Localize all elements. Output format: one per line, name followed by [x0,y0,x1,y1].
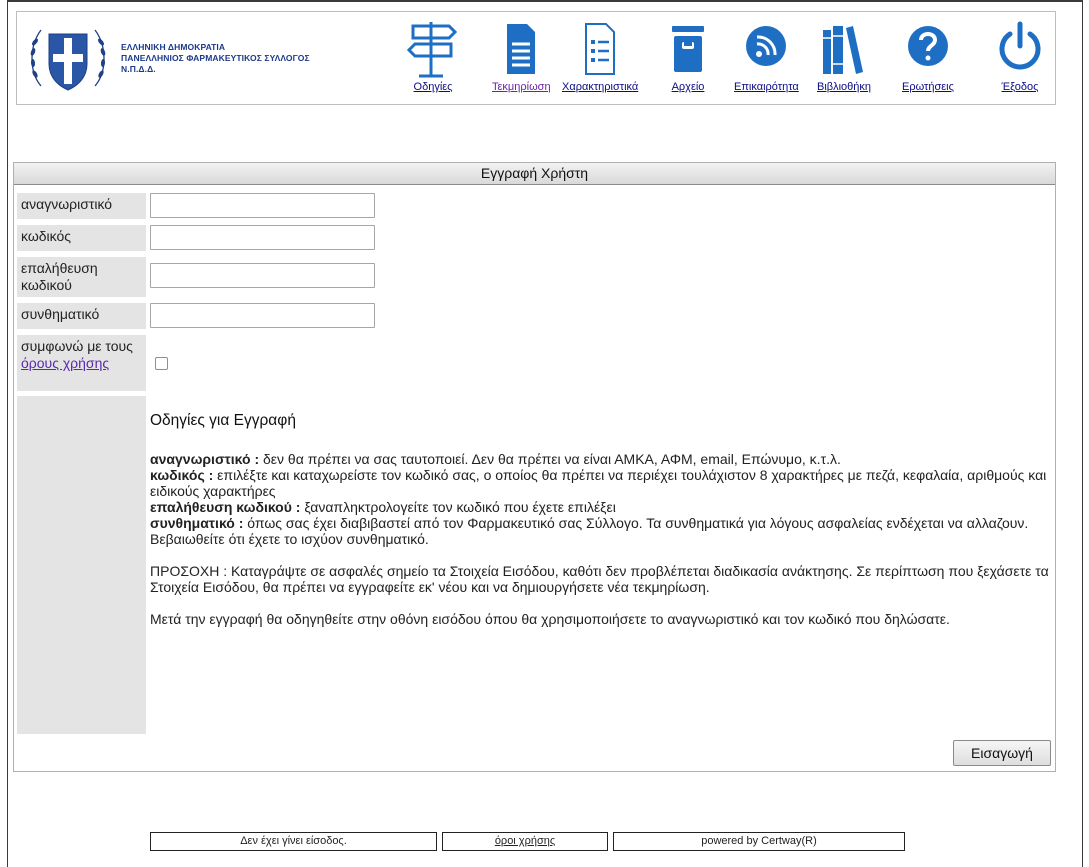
nav-erotiseis[interactable]: Ερωτήσεις [902,18,954,93]
organization-name: ΕΛΛΗΝΙΚΗ ΔΗΜΟΚΡΑΤΙΑ ΠΑΝΕΛΛΗΝΙΟΣ ΦΑΡΜΑΚΕΥ… [121,42,310,75]
nav-odigies[interactable]: Οδηγίες [405,18,461,93]
archive-icon [672,26,704,72]
terms-prefix: συμφωνώ με τους [21,338,133,354]
terms-link[interactable]: όρους χρήσης [21,355,109,371]
document-icon [507,24,536,74]
library-icon [823,26,864,74]
username-input[interactable] [150,193,375,218]
instruction-item: επαλήθευση κωδικού : ξαναπληκτρολογείτε … [150,499,616,515]
password-input[interactable] [150,225,375,250]
org-line-2: ΠΑΝΕΛΛΗΝΙΟΣ ΦΑΡΜΑΚΕΥΤΙΚΟΣ ΣΥΛΛΟΓΟΣ [121,53,310,63]
instruction-item: κωδικός : επιλέξτε και καταχωρείστε τον … [150,467,1047,499]
submit-button[interactable]: Εισαγωγή [953,740,1051,766]
instruction-item: αναγνωριστικό : δεν θα πρέπει να σας ταυ… [150,451,841,467]
nav-label[interactable]: Χαρακτηριστικά [562,81,638,93]
instructions-heading: Οδηγίες για Εγγραφή [150,412,296,429]
after-registration-text: Μετά την εγγραφή θα οδηγηθείτε στην οθόν… [150,611,950,627]
nav-label[interactable]: Έξοδος [1002,81,1039,93]
panel-title: Εγγραφή Χρήστη [14,163,1055,185]
terms-link-text[interactable]: όροι χρήσης [495,835,555,847]
nav-vivliothiki[interactable]: Βιβλιοθήκη [817,18,871,93]
terms-label: συμφωνώ με τους όρους χρήσης [17,335,146,391]
question-icon [907,26,948,66]
instructions-gutter [17,396,146,734]
registration-panel: Εγγραφή Χρήστη αναγνωριστικό κωδικός επα… [13,162,1056,772]
instruction-item: συνθηματικό : όπως σας έχει διαβιβαστεί … [150,515,1029,547]
passphrase-input[interactable] [150,303,375,328]
passphrase-label: συνθηματικό [17,303,146,329]
nav-epikairotita[interactable]: Επικαιρότητα [734,18,799,93]
nav-charaktiristika[interactable]: Χαρακτηριστικά [562,18,638,93]
username-label: αναγνωριστικό [17,193,146,219]
nav-archeio[interactable]: Αρχείο [668,18,708,93]
org-line-1: ΕΛΛΗΝΙΚΗ ΔΗΜΟΚΡΑΤΙΑ [121,42,226,52]
nav-label[interactable]: Επικαιρότητα [734,81,799,93]
nav-tekmiriosi[interactable]: Τεκμηρίωση [492,18,551,93]
login-status: Δεν έχει γίνει είσοδος. [150,832,437,851]
nav-exodos[interactable]: Έξοδος [998,18,1042,93]
password-confirm-label: επαλήθευση κωδικού [17,257,146,297]
warning-text: ΠΡΟΣΟΧΗ : Καταγράψτε σε ασφαλές σημείο τ… [150,563,1049,595]
power-icon [999,21,1041,70]
password-confirm-input[interactable] [150,263,375,288]
instructions: Οδηγίες για Εγγραφή αναγνωριστικό : δεν … [150,412,1050,628]
password-label: κωδικός [17,225,146,251]
terms-checkbox[interactable] [155,357,168,370]
nav-label[interactable]: Ερωτήσεις [902,81,954,93]
powered-by: powered by Certway(R) [613,832,905,851]
nav-label[interactable]: Τεκμηρίωση [492,81,551,93]
list-document-icon [585,23,616,75]
greek-emblem-logo [30,29,106,91]
org-line-3: Ν.Π.Δ.Δ. [121,64,156,74]
signpost-icon [406,22,458,78]
nav-label[interactable]: Αρχείο [672,81,705,93]
footer-terms-link[interactable]: όροι χρήσης [442,832,608,851]
site-header: ΕΛΛΗΝΙΚΗ ΔΗΜΟΚΡΑΤΙΑ ΠΑΝΕΛΛΗΝΙΟΣ ΦΑΡΜΑΚΕΥ… [16,11,1056,105]
rss-icon [746,26,787,66]
nav-label[interactable]: Οδηγίες [414,81,453,93]
nav-label[interactable]: Βιβλιοθήκη [817,81,871,93]
